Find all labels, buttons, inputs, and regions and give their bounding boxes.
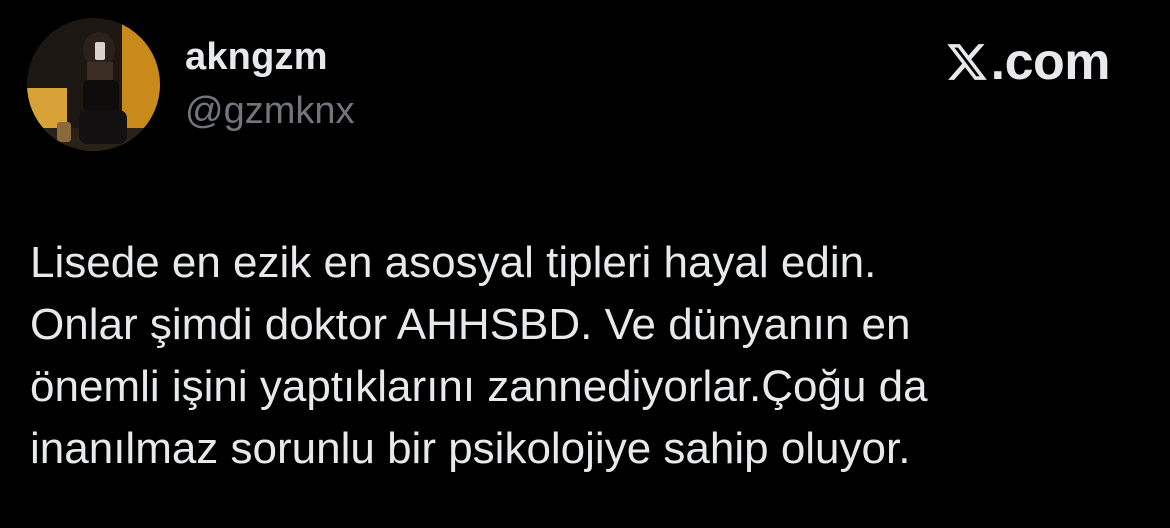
- tweet-line: inanılmaz sorunlu bir psikolojiye sahip …: [30, 424, 911, 473]
- author-handle[interactable]: @gzmknx: [185, 90, 355, 133]
- tweet-line: Onlar şimdi doktor AHHSBD. Ve dünyanın e…: [30, 300, 911, 349]
- brand-domain-text: .com: [990, 33, 1111, 91]
- tweet-line: Lisede en ezik en asosyal tipleri hayal …: [30, 238, 877, 287]
- author-display-name[interactable]: akngzm: [185, 36, 328, 79]
- x-brand-watermark: .com: [945, 33, 1111, 91]
- x-logo-icon: [945, 40, 989, 84]
- tweet-text: Lisede en ezik en asosyal tipleri hayal …: [30, 232, 1140, 480]
- avatar[interactable]: [27, 18, 160, 151]
- tweet-line: önemli işini yaptıklarını zannediyorlar.…: [30, 362, 928, 411]
- avatar-photo: [27, 18, 160, 151]
